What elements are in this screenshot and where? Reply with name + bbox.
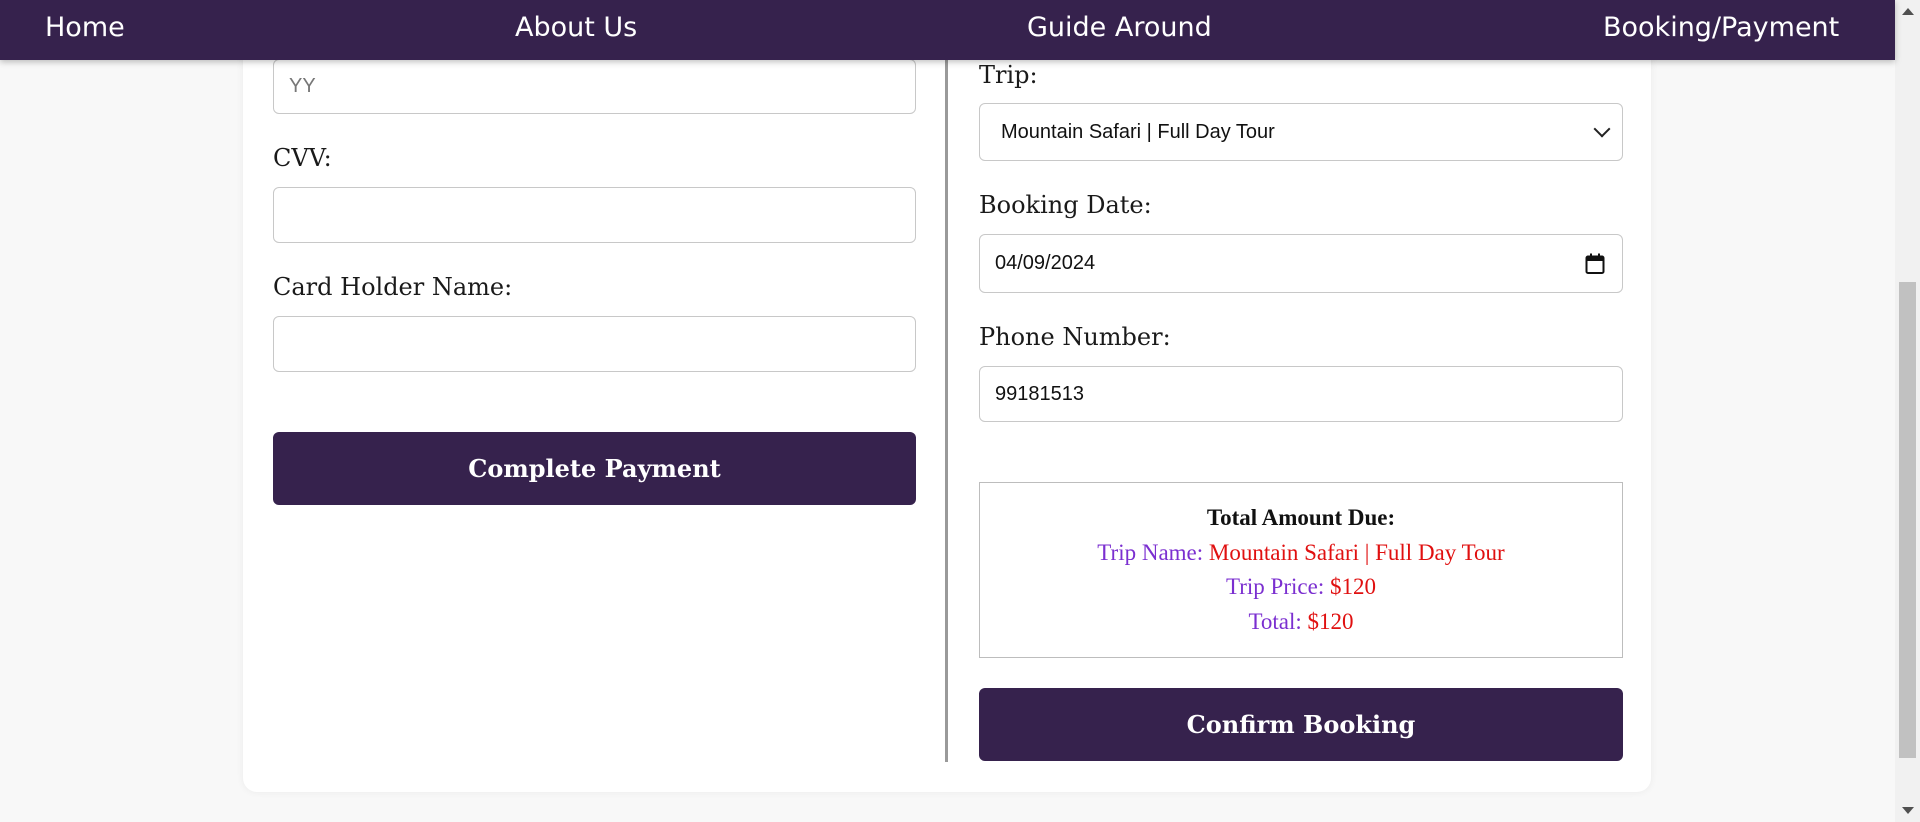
summary-trip-price-value: $120 xyxy=(1329,574,1376,599)
phone-number-input[interactable]: 99181513 xyxy=(979,366,1623,422)
booking-date-label: Booking Date: xyxy=(979,191,1152,219)
cvv-input[interactable] xyxy=(273,187,916,243)
page-scrollbar[interactable] xyxy=(1895,0,1920,822)
card-holder-label: Card Holder Name: xyxy=(273,273,513,301)
cvv-label: CVV: xyxy=(273,144,332,172)
summary-total-value: $120 xyxy=(1307,608,1354,634)
card-holder-input[interactable] xyxy=(273,316,916,372)
booking-date-value: 04/09/2024 xyxy=(995,252,1096,274)
trip-label: Trip: xyxy=(979,61,1038,89)
phone-number-value: 99181513 xyxy=(995,382,1084,405)
summary-trip-name-value: Mountain Safari | Full Day Tour xyxy=(1208,539,1505,565)
summary-trip-price-label: Trip Price: xyxy=(1226,574,1325,599)
summary-total-label: Total: xyxy=(1248,608,1302,634)
column-divider xyxy=(945,60,948,762)
calendar-icon[interactable] xyxy=(1585,253,1605,275)
nav-about-link[interactable]: About Us xyxy=(515,12,637,44)
nav-home-link[interactable]: Home xyxy=(45,12,125,44)
expiry-year-input[interactable]: YY xyxy=(273,59,916,114)
summary-title: Total Amount Due: xyxy=(1206,505,1396,530)
chevron-down-icon xyxy=(1593,120,1611,138)
scroll-down-arrow-icon[interactable] xyxy=(1902,807,1914,814)
booking-date-input[interactable]: 04/09/2024 xyxy=(979,234,1623,293)
summary-trip-name-row: Trip Name: Mountain Safari | Full Day To… xyxy=(980,536,1622,571)
total-amount-summary: Total Amount Due: Trip Name: Mountain Sa… xyxy=(979,482,1623,658)
scrollbar-thumb[interactable] xyxy=(1899,282,1916,758)
trip-selected-value: Mountain Safari | Full Day Tour xyxy=(1001,120,1275,143)
phone-number-label: Phone Number: xyxy=(979,323,1171,351)
summary-trip-price-row: Trip Price: $120 xyxy=(980,570,1622,605)
complete-payment-button[interactable]: Complete Payment xyxy=(273,432,916,505)
summary-total-row: Total: $120 xyxy=(980,605,1622,640)
confirm-booking-button[interactable]: Confirm Booking xyxy=(979,688,1623,761)
trip-select[interactable]: Mountain Safari | Full Day Tour xyxy=(979,103,1623,161)
scroll-up-arrow-icon[interactable] xyxy=(1902,8,1914,15)
nav-guide-link[interactable]: Guide Around xyxy=(1027,12,1212,44)
nav-booking-payment-link[interactable]: Booking/Payment xyxy=(1603,12,1839,44)
expiry-year-placeholder: YY xyxy=(289,75,316,97)
top-navbar: Home About Us Guide Around Booking/Payme… xyxy=(0,0,1895,60)
summary-trip-name-label: Trip Name: xyxy=(1097,539,1204,565)
